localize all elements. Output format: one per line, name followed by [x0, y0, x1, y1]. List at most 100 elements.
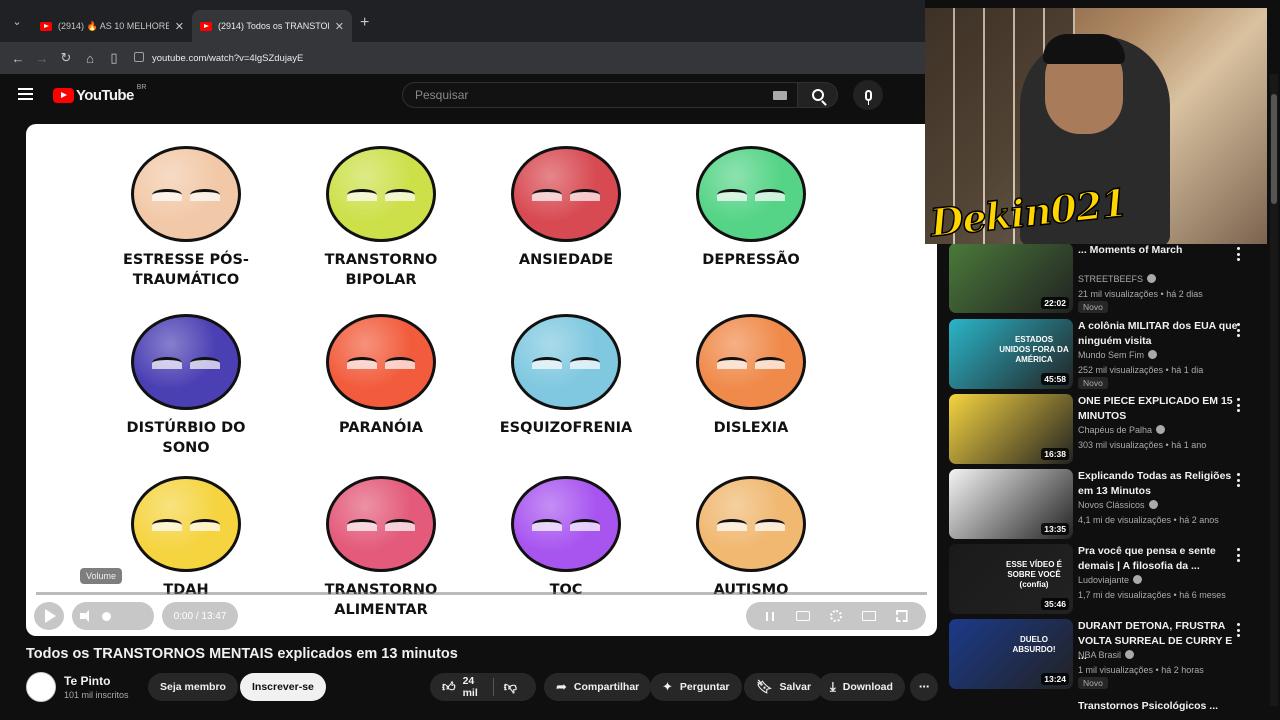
menu-icon[interactable]	[18, 88, 33, 100]
join-button[interactable]: Seja membro	[148, 673, 238, 701]
recommendation-channel[interactable]: STREETBEEFS	[1078, 274, 1157, 284]
recommendation-item[interactable]: DUELO ABSURDO! 13:24 DURANT DETONA, FRUSTR…	[949, 619, 1259, 691]
theater-mode-button[interactable]	[861, 610, 876, 622]
player-controls: 0:00 / 13:47	[26, 602, 937, 630]
search-input[interactable]	[403, 83, 743, 107]
recommendation-channel[interactable]: Ludoviajante	[1078, 575, 1143, 585]
browser-tab-1[interactable]: (2914) 🔥 AS 10 MELHORES BA ✕	[32, 10, 192, 42]
video-player[interactable]: ESTRESSE PÓS-TRAUMÁTICO TRANSTORNO BIPOLA…	[26, 124, 937, 636]
recommendation-channel[interactable]: Novos Clássicos	[1078, 500, 1158, 510]
disorder-tile: TOC	[481, 476, 651, 600]
video-duration: 45:58	[1041, 373, 1069, 385]
channel-name: Chapéus de Palha	[1078, 425, 1153, 435]
recommendation-channel[interactable]: NBA Brasil	[1078, 650, 1135, 660]
mute-icon[interactable]	[80, 610, 94, 622]
disorder-label: DEPRESSÃO	[702, 252, 800, 268]
settings-button[interactable]	[829, 610, 843, 622]
recommendation-title-partial[interactable]: Transtornos Psicológicos ...	[1078, 699, 1243, 714]
youtube-header: YouTube BR	[0, 74, 925, 116]
more-options-icon[interactable]	[1237, 548, 1241, 565]
recommendation-title[interactable]: A colônia MILITAR dos EUA que ninguém vi…	[1078, 319, 1243, 349]
recommendation-channel[interactable]: Mundo Sem Fim	[1078, 350, 1158, 360]
split-view-icon[interactable]: ▯	[102, 46, 126, 70]
video-thumbnail[interactable]: ESTADOS UNIDOS FORA DA AMÉRICA 45:58	[949, 319, 1073, 389]
recommendation-meta: 4,1 mi de visualizações • há 2 anos	[1078, 515, 1219, 525]
autoplay-toggle[interactable]	[763, 610, 777, 622]
browser-tab-2[interactable]: (2914) Todos os TRANSTORNO ✕	[192, 10, 352, 42]
channel-avatar[interactable]	[26, 672, 56, 702]
download-button[interactable]: ⤓ Download	[818, 673, 905, 701]
back-arrow-icon[interactable]: ←	[6, 46, 30, 70]
video-thumbnail[interactable]: 13:35	[949, 469, 1073, 539]
recommendation-title[interactable]: Explicando Todas as Religiões em 13 Minu…	[1078, 469, 1243, 499]
volume-control[interactable]	[72, 602, 154, 630]
recommendation-item[interactable]: 22:02 ... Moments of March STREETBEEFS 21 m…	[949, 243, 1259, 315]
channel-name[interactable]: Te Pinto	[64, 674, 110, 688]
recommendation-channel[interactable]: Chapéus de Palha	[1078, 425, 1166, 435]
disorder-tile: TRANSTORNO BIPOLAR	[296, 146, 466, 290]
subtitles-button[interactable]	[796, 610, 811, 622]
search-button[interactable]	[798, 82, 838, 108]
recommendation-item[interactable]: 13:35 Explicando Todas as Religiões em 13…	[949, 469, 1259, 541]
recommendation-title[interactable]: ... Moments of March	[1078, 243, 1243, 258]
video-duration: 22:02	[1041, 297, 1069, 309]
tab-close-icon[interactable]: ✕	[335, 20, 344, 33]
download-label: Download	[842, 681, 893, 693]
keyboard-icon[interactable]	[773, 91, 787, 100]
more-options-icon[interactable]	[1237, 323, 1241, 340]
more-options-icon[interactable]	[1237, 247, 1241, 264]
play-button[interactable]	[34, 602, 64, 630]
disorder-tile: PARANÓIA	[296, 314, 466, 438]
progress-bar[interactable]	[36, 592, 927, 595]
recommendation-title[interactable]: ONE PIECE EXPLICADO EM 15 MINUTOS	[1078, 394, 1243, 424]
verified-icon	[1148, 500, 1158, 509]
video-duration: 13:24	[1041, 673, 1069, 685]
player-right-controls	[746, 602, 926, 630]
more-options-icon[interactable]	[1237, 623, 1241, 640]
voice-search-button[interactable]	[853, 80, 883, 110]
video-thumbnail[interactable]: ESSE VÍDEO É SOBRE VOCÊ (confia) 35:46	[949, 544, 1073, 614]
more-actions-button[interactable]: ⋯	[910, 673, 938, 701]
recommendation-title[interactable]: Pra você que pensa e sente demais | A fi…	[1078, 544, 1243, 574]
youtube-logo[interactable]: YouTube BR	[53, 84, 146, 104]
disorder-tile: DISTÚRBIO DO SONO	[101, 314, 271, 458]
video-thumbnail[interactable]: 22:02	[949, 243, 1073, 313]
upload-age: há 6 meses	[1179, 590, 1226, 600]
recommendation-item[interactable]: ESTADOS UNIDOS FORA DA AMÉRICA 45:58 A col…	[949, 319, 1259, 391]
dislike-icon[interactable]: 👎︎	[504, 679, 517, 695]
more-options-icon[interactable]	[1237, 473, 1241, 490]
page-scrollbar[interactable]	[1270, 74, 1278, 706]
reload-icon[interactable]: ↻	[54, 46, 78, 70]
tab-close-icon[interactable]: ✕	[175, 20, 184, 33]
video-thumbnail[interactable]: 16:38	[949, 394, 1073, 464]
url-field[interactable]: youtube.com/watch?v=4lgSZdujayE	[134, 52, 303, 64]
autoplay-icon	[766, 611, 775, 621]
character-illustration	[131, 476, 241, 572]
search-icon	[811, 89, 824, 101]
share-button[interactable]: ➦ Compartilhar	[544, 673, 652, 701]
like-count[interactable]: 24 mil	[463, 675, 484, 699]
more-options-icon[interactable]	[1237, 398, 1241, 415]
new-tab-icon[interactable]: +	[360, 14, 369, 32]
tab-search-icon[interactable]: ⌄	[6, 10, 28, 32]
ask-button[interactable]: ✦ Perguntar	[650, 673, 742, 701]
save-button[interactable]: 🔖︎ Salvar	[744, 673, 824, 701]
verified-icon	[1148, 350, 1158, 359]
home-icon[interactable]: ⌂	[78, 46, 102, 70]
scrollbar-thumb[interactable]	[1271, 94, 1277, 204]
fullscreen-button[interactable]	[895, 610, 909, 622]
site-info-icon[interactable]	[134, 52, 144, 62]
subscriber-count: 101 mil inscritos	[64, 690, 129, 700]
character-illustration	[326, 476, 436, 572]
video-thumbnail[interactable]: DUELO ABSURDO! 13:24	[949, 619, 1073, 689]
verified-icon	[1133, 575, 1143, 584]
recommendation-item[interactable]: 16:38 ONE PIECE EXPLICADO EM 15 MINUTOS Ch…	[949, 394, 1259, 466]
subtitles-icon	[796, 611, 811, 621]
subscribe-button[interactable]: Inscrever-se	[240, 673, 326, 701]
volume-slider[interactable]	[102, 611, 111, 621]
forward-arrow-icon[interactable]: →	[30, 46, 54, 70]
recommendation-item[interactable]: ESSE VÍDEO É SOBRE VOCÊ (confia) 35:46 Pra…	[949, 544, 1259, 616]
recommendation-meta: 303 mil visualizações • há 1 ano	[1078, 440, 1206, 450]
view-count: 1,7 mi de visualizações	[1078, 590, 1172, 600]
like-icon[interactable]: 👍︎	[442, 679, 456, 695]
